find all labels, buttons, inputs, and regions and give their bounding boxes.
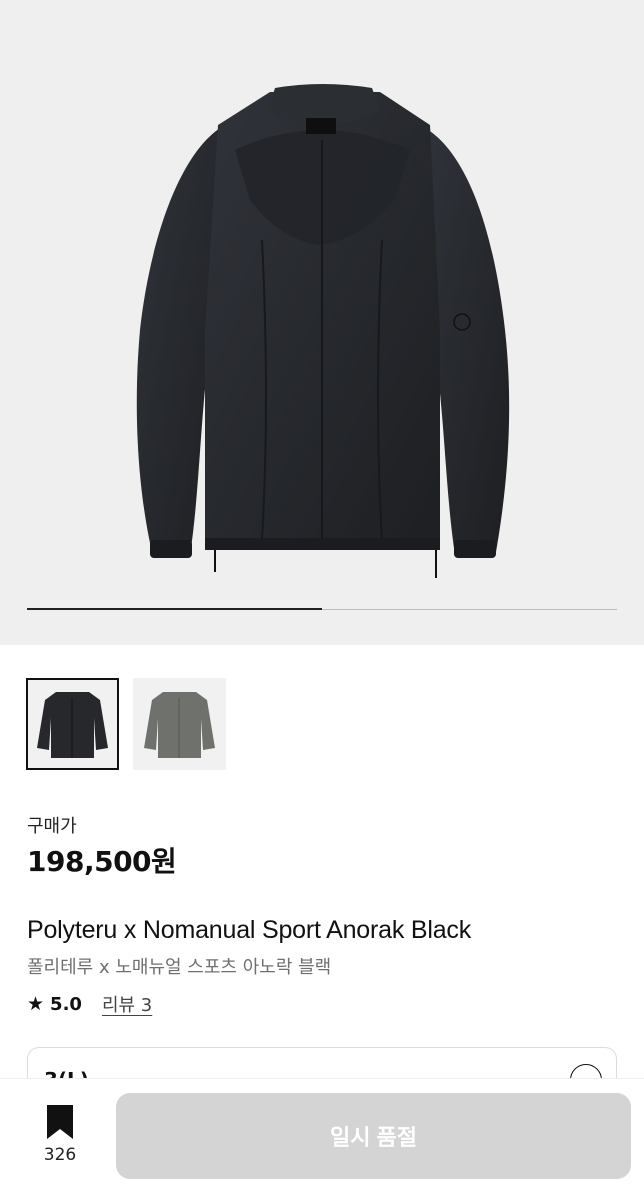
jacket-product-image [136,84,510,578]
bookmark-count: 326 [43,1145,77,1165]
purchase-price-label: 구매가 [27,816,77,837]
thumbnail-black-image [37,692,108,758]
thumbnail-strip [26,678,226,770]
rating-row: ★ 5.0 리뷰 3 [27,991,152,1017]
thumbnail-grey-image [144,692,215,758]
star-icon: ★ [27,993,45,1015]
gallery-progress [27,608,617,610]
gallery-progress-fill [27,608,322,610]
bottom-action-bar: 326 일시 품절 [0,1078,644,1200]
product-image-gallery[interactable] [0,0,644,645]
sold-out-button[interactable]: 일시 품절 [116,1093,631,1179]
thumbnail-black[interactable] [26,678,119,770]
review-link[interactable]: 리뷰 3 [102,991,152,1017]
product-title-en: Polyteru x Nomanual Sport Anorak Black [27,916,472,944]
product-title-ko: 폴리테루 x 노매뉴얼 스포츠 아노락 블랙 [27,957,332,978]
purchase-price: 198,500원 [27,845,177,878]
bookmark-icon [47,1105,73,1139]
rating-score: 5.0 [50,993,82,1015]
bookmark-button[interactable]: 326 [34,1105,86,1169]
thumbnail-grey[interactable] [133,678,226,770]
